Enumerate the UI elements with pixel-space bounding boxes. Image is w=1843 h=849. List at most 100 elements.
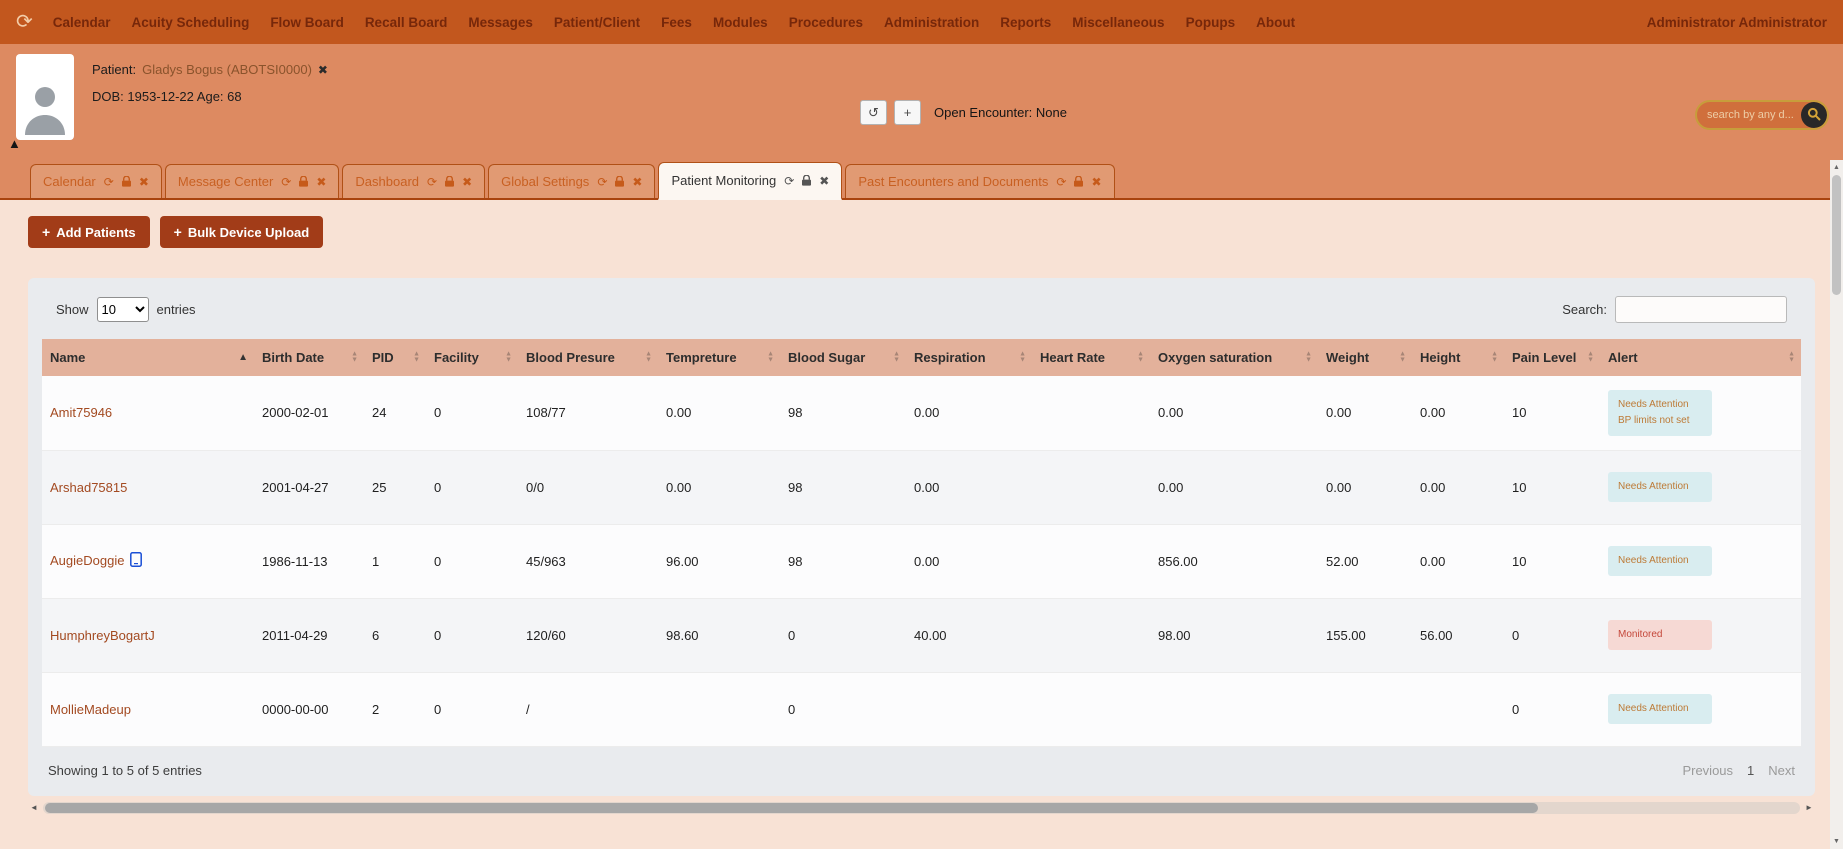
lock-icon[interactable]: [445, 176, 455, 187]
clear-patient-icon[interactable]: ✖: [318, 63, 328, 77]
close-tab-icon[interactable]: ✖: [139, 176, 149, 188]
column-header-tempreture[interactable]: Tempreture ▲ ▼: [658, 339, 780, 376]
patient-name-link[interactable]: Amit75946: [50, 405, 112, 420]
alert-badge: Needs Attention: [1608, 472, 1712, 502]
encounter-history-button[interactable]: ↺: [860, 100, 887, 125]
horizontal-scroll-thumb[interactable]: [45, 802, 1539, 813]
nav-item-fees[interactable]: Fees: [661, 15, 692, 30]
nav-item-patient-client[interactable]: Patient/Client: [554, 15, 640, 30]
close-tab-icon[interactable]: ✖: [632, 176, 642, 188]
nav-item-procedures[interactable]: Procedures: [789, 15, 863, 30]
bulk-device-upload-button[interactable]: + Bulk Device Upload: [159, 216, 324, 248]
table-search-input[interactable]: [1615, 296, 1787, 323]
nav-item-calendar[interactable]: Calendar: [53, 15, 111, 30]
scroll-up-icon[interactable]: ▲: [1833, 160, 1840, 175]
refresh-icon[interactable]: ⟳: [784, 175, 794, 187]
cell-facility: 0: [426, 672, 518, 747]
collapse-tabs-icon[interactable]: ▲: [8, 136, 21, 151]
add-patients-button[interactable]: + Add Patients: [28, 216, 150, 248]
refresh-icon[interactable]: ⟳: [104, 176, 114, 188]
sort-icons: ▲ ▼: [645, 350, 652, 364]
close-tab-icon[interactable]: ✖: [1091, 176, 1101, 188]
column-header-respiration[interactable]: Respiration ▲ ▼: [906, 339, 1032, 376]
nav-item-acuity-scheduling[interactable]: Acuity Scheduling: [132, 15, 250, 30]
column-label: Blood Sugar: [788, 350, 866, 365]
tab-dashboard[interactable]: Dashboard ⟳ ✖: [342, 164, 486, 198]
column-header-pain-level[interactable]: Pain Level ▲ ▼: [1504, 339, 1600, 376]
sort-icons: ▲ ▼: [1019, 350, 1026, 364]
nav-item-messages[interactable]: Messages: [468, 15, 533, 30]
tab-calendar[interactable]: Calendar ⟳ ✖: [30, 164, 162, 198]
close-tab-icon[interactable]: ✖: [462, 176, 472, 188]
nav-item-recall-board[interactable]: Recall Board: [365, 15, 448, 30]
pagination-next[interactable]: Next: [1768, 763, 1795, 778]
vertical-scrollbar[interactable]: ▲ ▼: [1830, 160, 1843, 849]
patient-name-link[interactable]: AugieDoggie: [50, 553, 124, 568]
lock-icon[interactable]: [615, 176, 625, 187]
user-menu[interactable]: Administrator Administrator: [1647, 15, 1827, 30]
patient-search-input[interactable]: [1707, 109, 1801, 121]
column-header-pid[interactable]: PID ▲ ▼: [364, 339, 426, 376]
tab-past-encounters-and-documents[interactable]: Past Encounters and Documents ⟳ ✖: [845, 164, 1115, 198]
tab-message-center[interactable]: Message Center ⟳ ✖: [164, 164, 340, 198]
patient-row-molliemadeup: MollieMadeup 0000-00-00 2 0/0 0 Needs Attenti…: [42, 672, 1801, 747]
cell-pain-level: 0: [1504, 598, 1600, 673]
column-header-alert[interactable]: Alert ▲ ▼: [1600, 339, 1801, 376]
nav-item-administration[interactable]: Administration: [884, 15, 979, 30]
nav-item-about[interactable]: About: [1256, 15, 1295, 30]
cell-blood-sugar: 98: [780, 524, 906, 599]
pagination-page-1[interactable]: 1: [1747, 763, 1754, 778]
column-header-height[interactable]: Height ▲ ▼: [1412, 339, 1504, 376]
refresh-icon[interactable]: ⟳: [281, 176, 291, 188]
refresh-icon[interactable]: ⟳: [597, 176, 607, 188]
lock-icon[interactable]: [299, 176, 309, 187]
column-header-weight[interactable]: Weight ▲ ▼: [1318, 339, 1412, 376]
vertical-scroll-thumb[interactable]: [1832, 175, 1841, 295]
new-encounter-button[interactable]: +: [894, 100, 921, 125]
sort-down-icon: ▼: [1491, 356, 1498, 364]
column-header-blood-sugar[interactable]: Blood Sugar ▲ ▼: [780, 339, 906, 376]
column-header-birth-date[interactable]: Birth Date ▲ ▼: [254, 339, 364, 376]
pagination-previous[interactable]: Previous: [1682, 763, 1733, 778]
patient-name-link[interactable]: HumphreyBogartJ: [50, 628, 155, 643]
cell-heart-rate: [1032, 450, 1150, 525]
refresh-icon[interactable]: ⟳: [427, 176, 437, 188]
sort-down-icon: ▼: [1587, 356, 1594, 364]
refresh-icon[interactable]: ⟳: [1056, 176, 1066, 188]
app-logo-icon[interactable]: ⟳: [16, 12, 33, 32]
tab-patient-monitoring[interactable]: Patient Monitoring ⟳ ✖: [658, 162, 843, 200]
nav-item-miscellaneous[interactable]: Miscellaneous: [1072, 15, 1164, 30]
column-header-blood-presure[interactable]: Blood Presure ▲ ▼: [518, 339, 658, 376]
patient-name-link[interactable]: Gladys Bogus (ABOTSI0000): [142, 62, 312, 77]
lock-icon[interactable]: [121, 176, 131, 187]
search-button[interactable]: [1801, 102, 1827, 128]
sort-down-icon: ▼: [505, 356, 512, 364]
nav-item-popups[interactable]: Popups: [1186, 15, 1236, 30]
nav-item-modules[interactable]: Modules: [713, 15, 768, 30]
patient-name-link[interactable]: Arshad75815: [50, 480, 127, 495]
column-header-facility[interactable]: Facility ▲ ▼: [426, 339, 518, 376]
horizontal-scrollbar[interactable]: ◄ ►: [28, 801, 1815, 815]
lock-icon[interactable]: [1074, 176, 1084, 187]
nav-item-flow-board[interactable]: Flow Board: [270, 15, 344, 30]
column-header-heart-rate[interactable]: Heart Rate ▲ ▼: [1032, 339, 1150, 376]
close-tab-icon[interactable]: ✖: [316, 176, 326, 188]
column-header-name[interactable]: Name ▲: [42, 339, 254, 376]
cell-height: [1412, 672, 1504, 747]
lock-icon[interactable]: [802, 175, 812, 186]
patient-name-link[interactable]: MollieMadeup: [50, 702, 131, 717]
patient-avatar[interactable]: [16, 54, 74, 140]
scroll-right-icon[interactable]: ►: [1803, 803, 1815, 812]
sort-down-icon: ▼: [413, 356, 420, 364]
tab-global-settings[interactable]: Global Settings ⟳ ✖: [488, 164, 656, 198]
alert-text: Monitored: [1618, 629, 1663, 640]
horizontal-scroll-track[interactable]: [43, 801, 1800, 814]
scroll-down-icon[interactable]: ▼: [1833, 834, 1840, 849]
pagination: Previous 1 Next: [1682, 763, 1795, 778]
scroll-left-icon[interactable]: ◄: [28, 803, 40, 812]
close-tab-icon[interactable]: ✖: [819, 175, 829, 187]
column-header-oxygen-saturation[interactable]: Oxygen saturation ▲ ▼: [1150, 339, 1318, 376]
device-icon[interactable]: [130, 552, 143, 570]
page-size-select[interactable]: 10: [96, 297, 149, 322]
nav-item-reports[interactable]: Reports: [1000, 15, 1051, 30]
